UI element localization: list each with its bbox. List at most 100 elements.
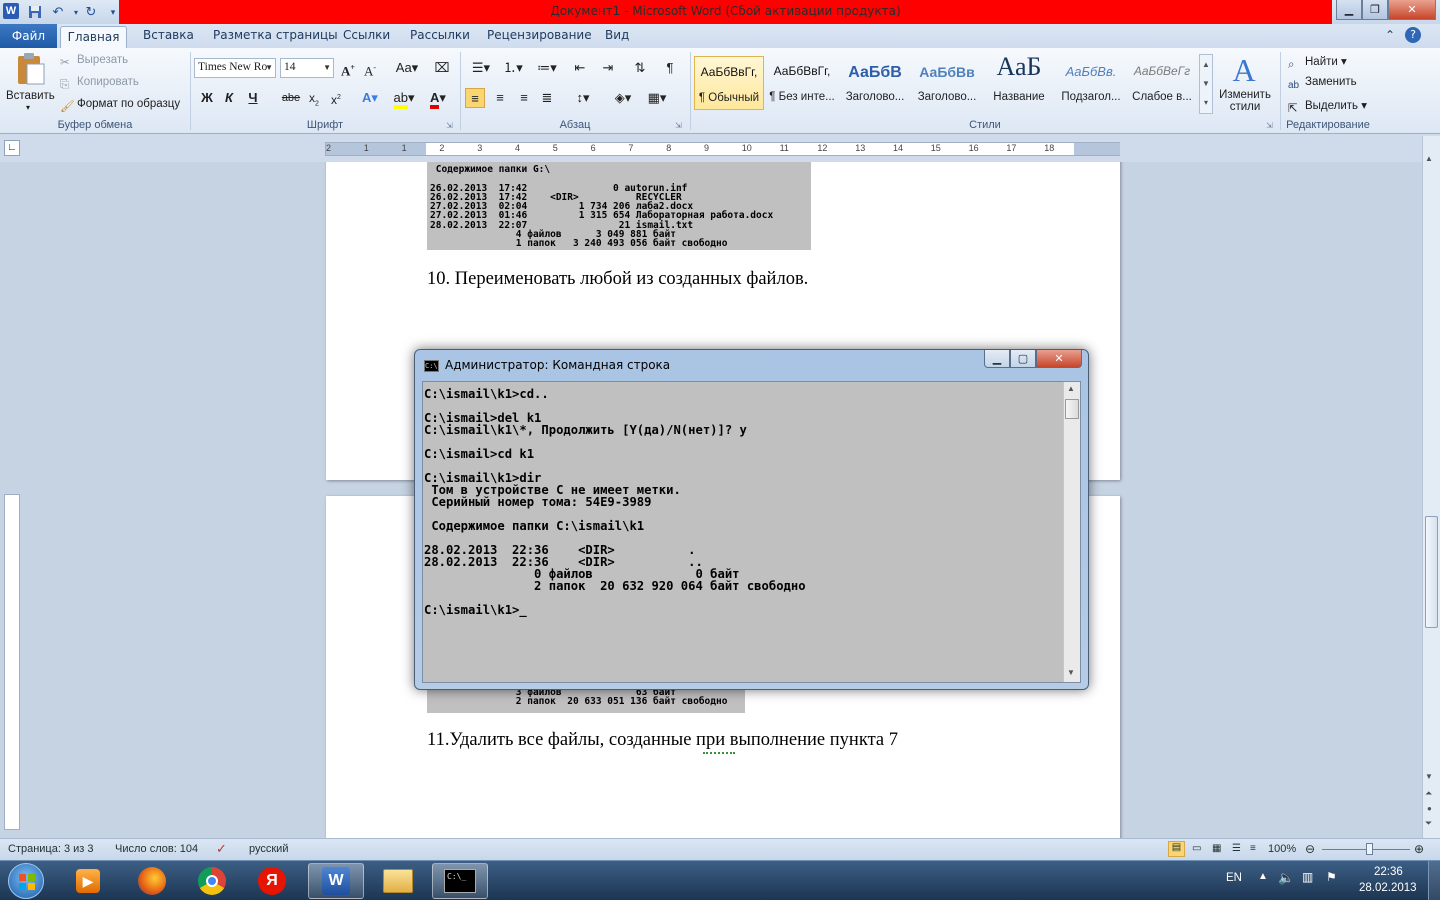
multilevel-list-button[interactable]: ≔▾ bbox=[534, 58, 560, 78]
format-painter-button[interactable]: 🖌 Формат по образцу bbox=[60, 98, 180, 113]
zoom-in-icon[interactable]: ⊕ bbox=[1414, 842, 1424, 856]
font-color-button[interactable]: A▾ bbox=[424, 88, 452, 109]
console-area[interactable]: C:\ismail\k1>cd.. C:\ismail>del k1 C:\is… bbox=[422, 381, 1081, 683]
show-desktop-button[interactable] bbox=[1428, 861, 1440, 900]
shrink-font-button[interactable]: A- bbox=[360, 58, 380, 78]
tab-selector-icon[interactable]: ∟ bbox=[4, 140, 20, 156]
tab-view[interactable]: Вид bbox=[605, 28, 629, 42]
redo-icon[interactable]: ↻ bbox=[82, 3, 100, 21]
style-item[interactable]: АаБбВ Заголово... bbox=[840, 56, 910, 108]
taskbar-word[interactable]: W bbox=[308, 863, 364, 899]
copy-button[interactable]: ⎘ Копировать bbox=[60, 76, 139, 93]
browse-object-icon[interactable]: ● bbox=[1427, 804, 1432, 813]
input-language[interactable]: EN bbox=[1226, 872, 1242, 884]
numbering-button[interactable]: ⒈▾ bbox=[500, 58, 526, 78]
close-button[interactable]: ✕ bbox=[1388, 0, 1436, 20]
align-right-button[interactable]: ≡ bbox=[514, 88, 534, 108]
full-screen-view-icon[interactable]: ▭ bbox=[1192, 843, 1201, 854]
taskbar-explorer[interactable] bbox=[370, 863, 426, 899]
print-layout-view-icon[interactable]: ▤ bbox=[1168, 841, 1185, 857]
align-center-button[interactable]: ≡ bbox=[490, 88, 510, 108]
style-item[interactable]: АаБбВвГг, ¶ Без инте... bbox=[767, 56, 837, 108]
find-button[interactable]: ⌕ Найти ▾ bbox=[1288, 54, 1347, 73]
increase-indent-icon[interactable]: ⇥ bbox=[598, 58, 618, 78]
show-formatting-marks-icon[interactable]: ¶ bbox=[660, 58, 680, 78]
embedded-screenshot[interactable]: Содержимое папки G:\ 26.02.2013 17:42 0 … bbox=[427, 162, 811, 250]
horizontal-ruler[interactable]: 2 1 1 2 3 4 5 6 7 8 9 10 11 12 13 14 15 16 17 18 bbox=[325, 142, 1120, 156]
style-item[interactable]: АаБ Название bbox=[984, 52, 1054, 108]
minimize-ribbon-icon[interactable]: ⌃ bbox=[1385, 28, 1395, 42]
vertical-scrollbar[interactable]: ▲ ▼ ⏶ ● ⏷ bbox=[1422, 136, 1440, 838]
tab-home[interactable]: Главная bbox=[60, 26, 127, 48]
cmd-maximize-button[interactable]: ▢ bbox=[1010, 350, 1036, 368]
justify-button[interactable]: ≣ bbox=[537, 88, 557, 108]
clock-date[interactable]: 28.02.2013 bbox=[1359, 882, 1417, 894]
underline-button[interactable]: Ч bbox=[243, 88, 263, 108]
taskbar-media-player[interactable]: ▶ bbox=[60, 863, 116, 899]
dialog-launcher-icon[interactable]: ⇲ bbox=[446, 121, 453, 130]
clear-formatting-icon[interactable]: ⌧ bbox=[432, 58, 452, 78]
tab-review[interactable]: Рецензирование bbox=[487, 28, 592, 42]
taskbar-cmd[interactable]: C:\_ bbox=[432, 863, 488, 899]
align-left-button[interactable]: ≡ bbox=[465, 88, 485, 108]
outline-view-icon[interactable]: ☰ bbox=[1232, 843, 1241, 854]
tab-references[interactable]: Ссылки bbox=[343, 28, 390, 42]
font-size-combo[interactable]: 14 ▼ bbox=[280, 58, 334, 78]
sort-icon[interactable]: ⇅ bbox=[630, 58, 650, 78]
paste-icon[interactable] bbox=[14, 52, 46, 86]
action-center-icon[interactable]: ⚑ bbox=[1326, 870, 1337, 884]
console-scroll-thumb[interactable] bbox=[1065, 399, 1079, 419]
taskbar-firefox[interactable] bbox=[124, 863, 180, 899]
zoom-out-icon[interactable]: ⊖ bbox=[1305, 842, 1315, 856]
bold-button[interactable]: Ж bbox=[197, 88, 217, 108]
volume-icon[interactable]: 🔈 bbox=[1278, 870, 1294, 886]
scroll-up-icon[interactable]: ▲ bbox=[1067, 384, 1075, 393]
help-icon[interactable]: ? bbox=[1405, 27, 1421, 43]
start-button[interactable] bbox=[8, 863, 44, 899]
previous-page-icon[interactable]: ⏶ bbox=[1425, 788, 1432, 799]
paste-button[interactable]: Вставить bbox=[6, 90, 55, 102]
command-prompt-window[interactable]: C:\ Администратор: Командная строка ▁ ▢ … bbox=[414, 349, 1089, 690]
vertical-ruler[interactable] bbox=[4, 494, 20, 830]
grow-font-button[interactable]: A+ bbox=[338, 58, 358, 78]
replace-button[interactable]: ab Заменить bbox=[1288, 76, 1357, 94]
network-icon[interactable]: ▥ bbox=[1302, 870, 1313, 884]
strikethrough-button[interactable]: abe bbox=[280, 88, 302, 108]
style-item[interactable]: АаБбВеГг Слабое в... bbox=[1127, 56, 1197, 108]
text-effects-button[interactable]: A▾ bbox=[360, 88, 380, 108]
superscript-button[interactable]: x2 bbox=[326, 88, 346, 108]
bullets-button[interactable]: ☰▾ bbox=[468, 58, 494, 78]
draft-view-icon[interactable]: ≡ bbox=[1250, 843, 1256, 854]
style-item[interactable]: АаБбВв Заголово... bbox=[912, 56, 982, 108]
tab-page-layout[interactable]: Разметка страницы bbox=[213, 28, 338, 42]
cut-button[interactable]: ✂ Вырезать bbox=[60, 54, 128, 69]
italic-button[interactable]: К bbox=[219, 88, 239, 108]
word-logo-icon[interactable]: W bbox=[3, 3, 19, 19]
tab-file[interactable]: Файл bbox=[0, 24, 57, 48]
shading-button[interactable]: ◈▾ bbox=[610, 88, 636, 108]
show-hidden-icons-icon[interactable]: ▲ bbox=[1258, 871, 1268, 882]
page-count[interactable]: Страница: 3 из 3 bbox=[8, 843, 94, 855]
styles-scroll[interactable]: ▲ ▼ ▾ bbox=[1199, 54, 1213, 114]
restore-button[interactable]: ❐ bbox=[1362, 0, 1388, 20]
cmd-close-button[interactable]: ✕ bbox=[1036, 350, 1082, 368]
list-item-11[interactable]: 11.Удалить все файлы, созданные при выпо… bbox=[427, 730, 898, 751]
highlight-color-button[interactable]: ab▾ bbox=[390, 88, 418, 109]
change-styles-button[interactable]: Изменить стили bbox=[1217, 89, 1273, 113]
paste-dropdown-icon[interactable]: ▾ bbox=[26, 103, 30, 112]
select-button[interactable]: ⇱ Выделить ▾ bbox=[1288, 98, 1367, 115]
scroll-down-icon[interactable]: ▼ bbox=[1067, 668, 1075, 677]
change-case-button[interactable]: Aa▾ bbox=[393, 58, 421, 78]
web-layout-view-icon[interactable]: ▦ bbox=[1212, 843, 1221, 854]
scroll-down-icon[interactable]: ▼ bbox=[1425, 772, 1433, 781]
dialog-launcher-icon[interactable]: ⇲ bbox=[675, 121, 682, 130]
subscript-button[interactable]: x2 bbox=[304, 88, 324, 108]
style-item[interactable]: АаБбВв. Подзагол... bbox=[1056, 56, 1126, 108]
next-page-icon[interactable]: ⏷ bbox=[1425, 818, 1432, 829]
change-styles-icon[interactable]: A bbox=[1226, 52, 1262, 88]
decrease-indent-icon[interactable]: ⇤ bbox=[570, 58, 590, 78]
save-icon[interactable] bbox=[26, 3, 44, 21]
cmd-minimize-button[interactable]: ▁ bbox=[984, 350, 1010, 368]
borders-button[interactable]: ▦▾ bbox=[644, 88, 670, 108]
word-count[interactable]: Число слов: 104 bbox=[115, 843, 198, 855]
